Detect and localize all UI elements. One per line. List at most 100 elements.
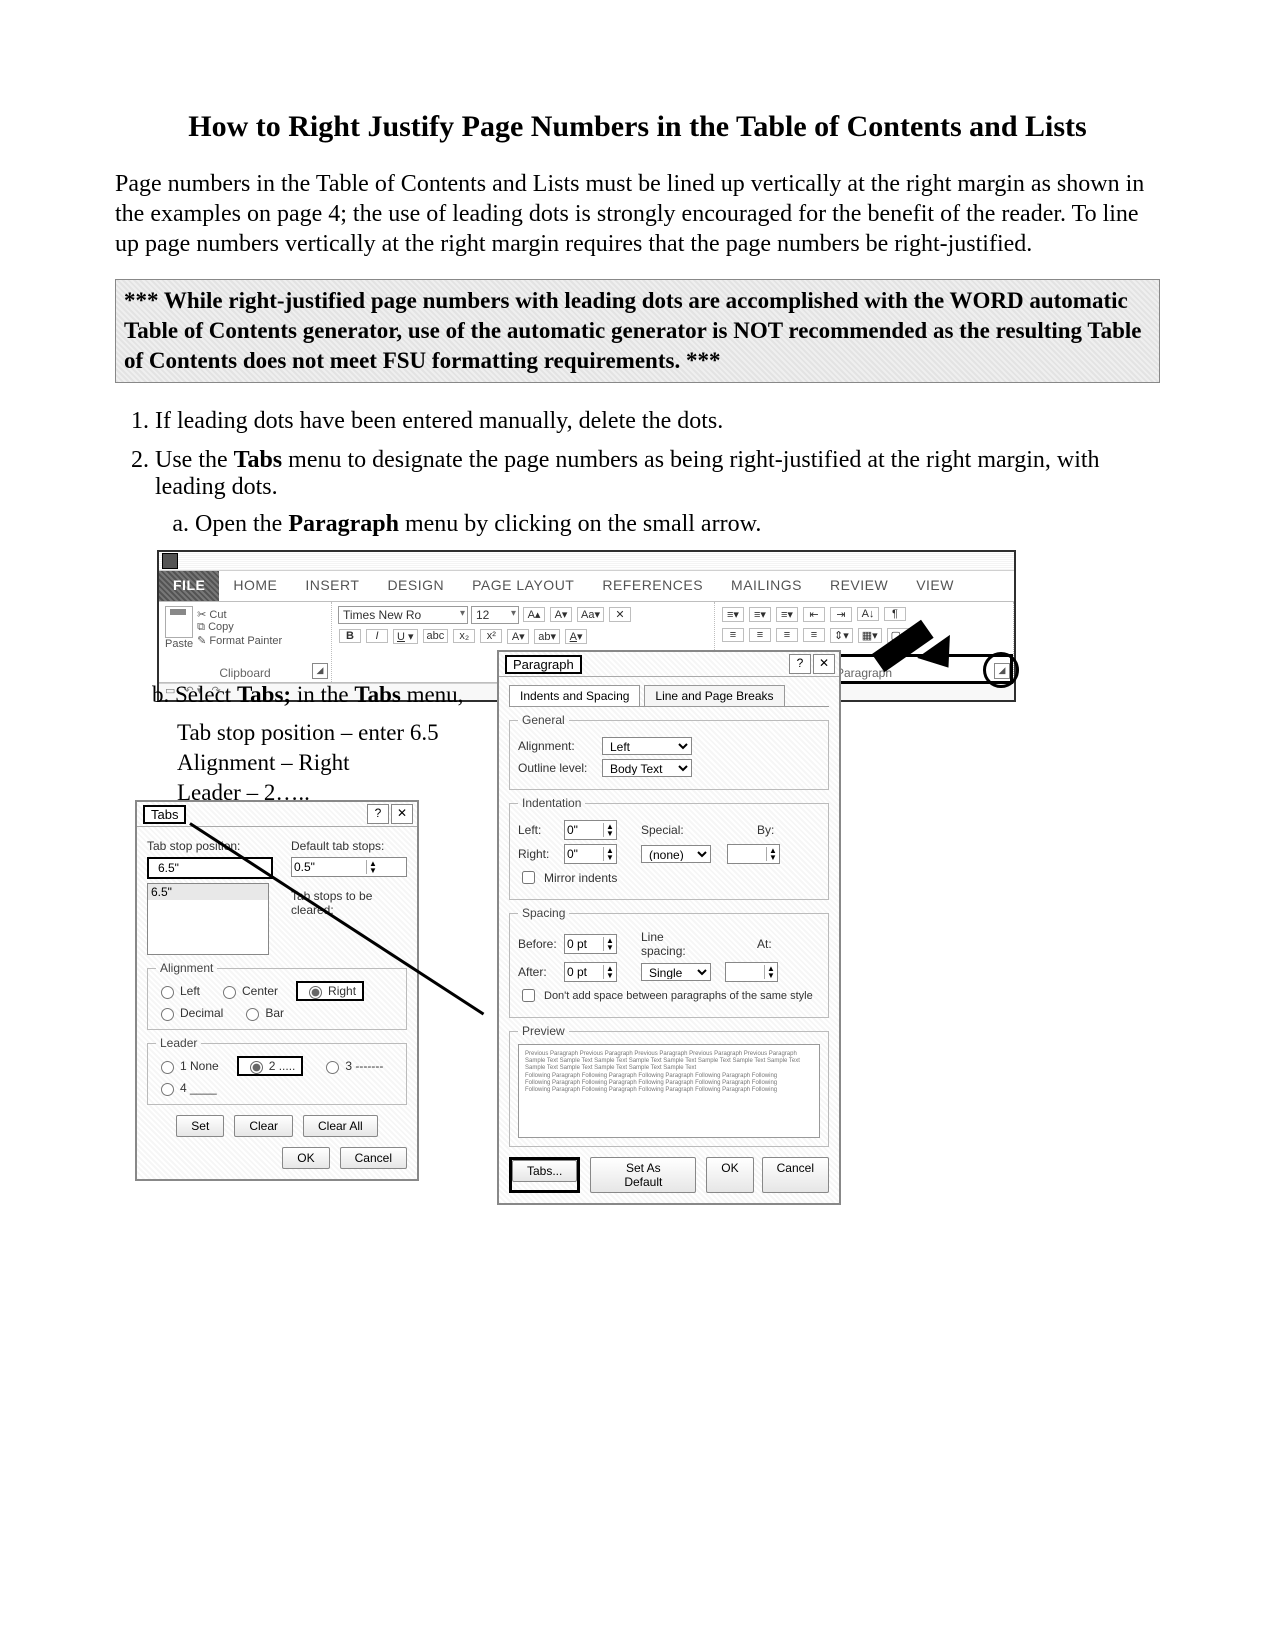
superscript-button[interactable]: x² [480,629,502,643]
after-label: After: [518,965,558,979]
page-title: How to Right Justify Page Numbers in the… [115,110,1160,144]
leader-3-radio[interactable]: 3 ------- [321,1056,383,1076]
tab-stop-position-input[interactable] [155,859,265,877]
tab-indents-spacing[interactable]: Indents and Spacing [509,685,640,706]
align-bar-radio[interactable]: Bar [241,1005,284,1021]
tab-stop-list[interactable]: 6.5" [147,883,269,955]
ribbon-tab-mailings[interactable]: MAILINGS [717,571,816,601]
line-spacing-select[interactable]: Single [641,963,711,981]
clear-button[interactable]: Clear [234,1115,293,1137]
alignment-select[interactable]: Left [602,737,692,755]
ribbon-tab-pagelayout[interactable]: PAGE LAYOUT [458,571,588,601]
subscript-button[interactable]: x₂ [453,629,475,643]
bold-button[interactable]: B [339,629,361,643]
intro-paragraph: Page numbers in the Table of Contents an… [115,169,1160,259]
ribbon-tab-references[interactable]: REFERENCES [588,571,717,601]
by-label: By: [757,823,781,837]
tab-stop-list-item[interactable]: 6.5" [148,884,268,900]
paragraph-dialog: Paragraph ? ✕ Indents and Spacing Line a… [497,650,841,1205]
close-icon[interactable]: ✕ [813,654,835,674]
align-decimal-radio[interactable]: Decimal [156,1005,223,1021]
ribbon-tab-review[interactable]: REVIEW [816,571,902,601]
by-spin[interactable]: ▲▼ [727,844,780,864]
tab-line-page-breaks[interactable]: Line and Page Breaks [644,685,784,706]
mirror-indents-checkbox[interactable] [522,871,535,884]
increase-indent-icon[interactable]: ⇥ [830,607,852,622]
outline-label: Outline level: [518,761,596,775]
at-spin[interactable]: ▲▼ [725,962,778,982]
cancel-button[interactable]: Cancel [340,1147,407,1169]
ribbon-tab-design[interactable]: DESIGN [373,571,458,601]
default-tab-stops-spin[interactable]: ▲▼ [291,857,407,877]
step-1: If leading dots have been entered manual… [155,408,1160,435]
text-effects-icon[interactable]: A▾ [507,629,529,644]
leader-1-radio[interactable]: 1 None [156,1056,219,1076]
format-painter-button[interactable]: ✎ Format Painter [197,634,282,647]
highlight-icon[interactable]: ab▾ [534,629,560,644]
ribbon-tab-insert[interactable]: INSERT [291,571,373,601]
underline-button[interactable]: U ▾ [393,629,418,644]
font-size-dropdown[interactable]: 12 [471,606,519,624]
clear-all-button[interactable]: Clear All [303,1115,378,1137]
multilevel-icon[interactable]: ≡▾ [776,607,798,622]
clipboard-launcher-icon[interactable]: ◢ [312,663,328,679]
align-center-icon[interactable]: ≡ [749,628,771,642]
line-spacing-icon[interactable]: ⇕▾ [830,628,853,643]
special-select[interactable]: (none) [641,845,711,863]
numbering-icon[interactable]: ≡▾ [749,607,771,622]
borders-icon[interactable]: ▢▾ [887,628,911,643]
italic-button[interactable]: I [366,629,388,643]
font-name-dropdown[interactable]: Times New Ro [338,606,468,624]
align-center-radio[interactable]: Center [218,981,278,1001]
paste-icon[interactable] [165,606,193,638]
ok-button[interactable]: OK [706,1157,753,1193]
cut-button[interactable]: ✂ Cut [197,608,282,621]
change-case-icon[interactable]: Aa▾ [577,607,604,622]
decrease-indent-icon[interactable]: ⇤ [803,607,825,622]
leader-4-radio[interactable]: 4 ____ [156,1080,217,1096]
strike-button[interactable]: abc [423,629,449,643]
tabs-button[interactable]: Tabs... [512,1160,577,1182]
show-marks-icon[interactable]: ¶ [884,607,906,621]
before-spin[interactable]: ▲▼ [564,934,617,954]
help-icon[interactable]: ? [789,654,811,674]
ribbon-tab-home[interactable]: HOME [219,571,291,601]
step-2: Use the Tabs menu to designate the page … [155,447,1160,538]
grow-font-icon[interactable]: A▴ [523,607,545,622]
justify-icon[interactable]: ≡ [803,628,825,642]
shading-icon[interactable]: ▦▾ [858,628,882,643]
set-as-default-button[interactable]: Set As Default [590,1157,696,1193]
indent-right-spin[interactable]: ▲▼ [564,844,617,864]
after-spin[interactable]: ▲▼ [564,962,617,982]
paste-button[interactable]: Paste [165,638,193,650]
ribbon-tab-view[interactable]: VIEW [902,571,968,601]
tab-stop-position-label: Tab stop position: [147,839,273,853]
align-right-icon[interactable]: ≡ [776,628,798,642]
bullets-icon[interactable]: ≡▾ [722,607,744,622]
ribbon-tab-file[interactable]: FILE [159,571,219,601]
align-right-radio[interactable]: Right [304,983,356,999]
align-left-icon[interactable]: ≡ [722,628,744,642]
sort-icon[interactable]: A↓ [857,607,879,621]
warning-block: *** While right-justified page numbers w… [115,279,1160,383]
ok-button[interactable]: OK [282,1147,329,1169]
dont-add-space-checkbox[interactable] [522,989,535,1002]
align-left-radio[interactable]: Left [156,981,200,1001]
help-icon[interactable]: ? [367,804,389,824]
app-icon [162,553,178,569]
general-legend: General [518,713,569,727]
paragraph-dialog-title: Paragraph [505,655,582,674]
paragraph-launcher-icon[interactable]: ◢ [994,663,1010,679]
at-label: At: [757,937,777,951]
cancel-button[interactable]: Cancel [762,1157,829,1193]
to-be-cleared-label: Tab stops to be cleared: [291,889,407,917]
leader-2-radio[interactable]: 2 ..... [245,1058,296,1074]
set-button[interactable]: Set [176,1115,224,1137]
font-color-icon[interactable]: A▾ [565,629,587,644]
shrink-font-icon[interactable]: A▾ [550,607,572,622]
indent-left-spin[interactable]: ▲▼ [564,820,617,840]
copy-button[interactable]: ⧉ Copy [197,621,282,634]
close-icon[interactable]: ✕ [391,804,413,824]
outline-select[interactable]: Body Text [602,759,692,777]
clear-format-icon[interactable]: ✕ [609,607,631,622]
